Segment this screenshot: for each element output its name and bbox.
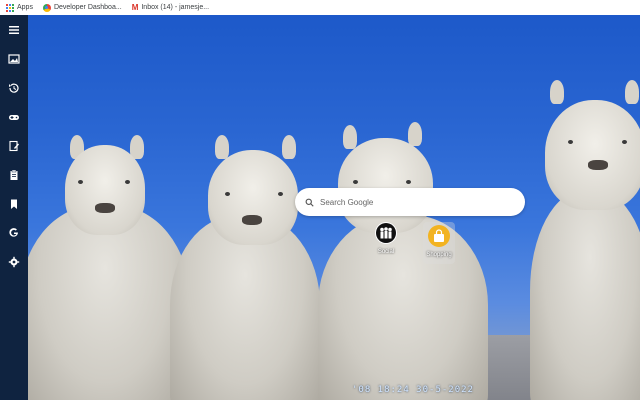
bookmark-icon [11,199,17,209]
people-icon [376,223,396,243]
bookmark-developer-label: Developer Dashboa... [53,4,122,11]
history-icon [9,83,19,93]
edit-note-icon [9,140,19,152]
search-input[interactable] [320,197,510,207]
clipboard-icon [10,169,18,180]
photos-button[interactable] [7,52,21,66]
bookmark-apps-label: Apps [17,4,33,11]
bookmark-inbox[interactable]: M Inbox (14) - jamesje... [131,2,210,12]
clipboard-button[interactable] [7,168,21,182]
shopping-bag-icon [434,229,444,242]
gear-icon [8,256,20,268]
photo-datestamp: '08 18:24 30-5-2022 [352,385,474,395]
shortcut-social-label: Social [377,249,395,255]
menu-icon [9,26,19,34]
history-button[interactable] [7,81,21,95]
gamepad-icon [9,115,19,120]
sidebar [0,15,28,400]
gmail-icon: M [131,2,139,12]
menu-button[interactable] [7,23,21,37]
apps-grid-icon [6,3,14,12]
llama-image-4 [530,80,640,400]
games-button[interactable] [7,110,21,124]
shortcut-shopping-tile [428,225,450,247]
bookmark-inbox-label: Inbox (14) - jamesje... [141,4,210,11]
shortcut-social-tile [375,222,397,244]
chrome-webstore-icon [42,3,51,12]
llama-image-1 [20,125,190,400]
shortcut-social[interactable]: Social [371,222,401,264]
llama-image-2 [170,130,320,400]
search-box[interactable] [295,188,525,216]
settings-button[interactable] [7,255,21,269]
bookmarks-bar: Apps Developer Dashboa... M Inbox (14) -… [0,0,640,15]
search-icon [305,198,314,207]
shortcut-shopping[interactable]: Shopping [423,222,455,264]
google-button[interactable] [7,226,21,240]
bookmark-apps[interactable]: Apps [6,3,33,12]
notes-button[interactable] [7,139,21,153]
google-g-icon [9,228,18,237]
photo-album-icon [8,54,20,64]
bookmarks-button[interactable] [7,197,21,211]
shortcut-shopping-label: Shopping [426,252,452,258]
llama-image-3 [318,120,488,400]
bookmark-developer-dashboard[interactable]: Developer Dashboa... [42,3,122,12]
